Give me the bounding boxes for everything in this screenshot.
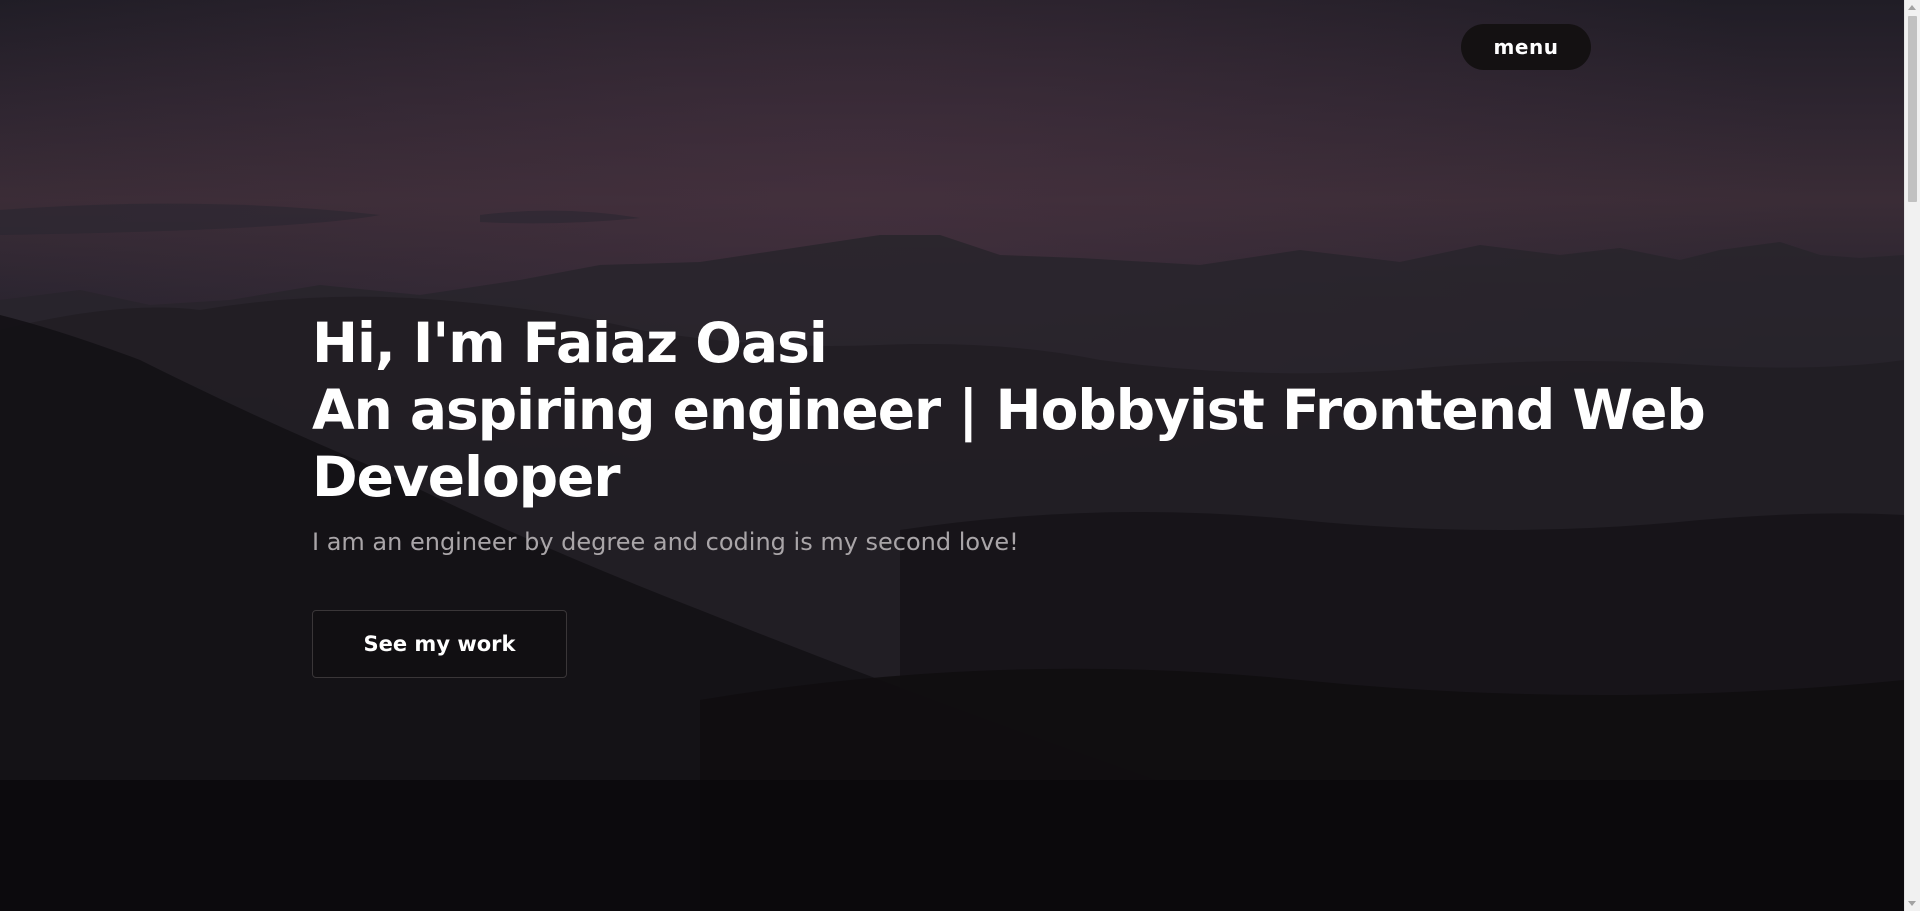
scroll-up-icon[interactable] <box>1908 5 1916 10</box>
scroll-down-icon[interactable] <box>1908 901 1916 906</box>
scrollbar-thumb[interactable] <box>1908 16 1917 202</box>
hero-title-greeting: Hi, I'm Faiaz Oasi <box>312 311 828 375</box>
hero-title: Hi, I'm Faiaz Oasi An aspiring engineer … <box>312 310 1752 511</box>
hero-content: Hi, I'm Faiaz Oasi An aspiring engineer … <box>312 310 1752 558</box>
portfolio-page: menu Hi, I'm Faiaz Oasi An aspiring engi… <box>0 0 1920 911</box>
hero-title-tagline: An aspiring engineer | Hobbyist Frontend… <box>312 378 1706 509</box>
menu-button[interactable]: menu <box>1461 24 1591 70</box>
see-my-work-button[interactable]: See my work <box>312 610 567 678</box>
hero-subtitle: I am an engineer by degree and coding is… <box>312 528 1019 556</box>
page-scrollbar[interactable] <box>1904 0 1920 911</box>
